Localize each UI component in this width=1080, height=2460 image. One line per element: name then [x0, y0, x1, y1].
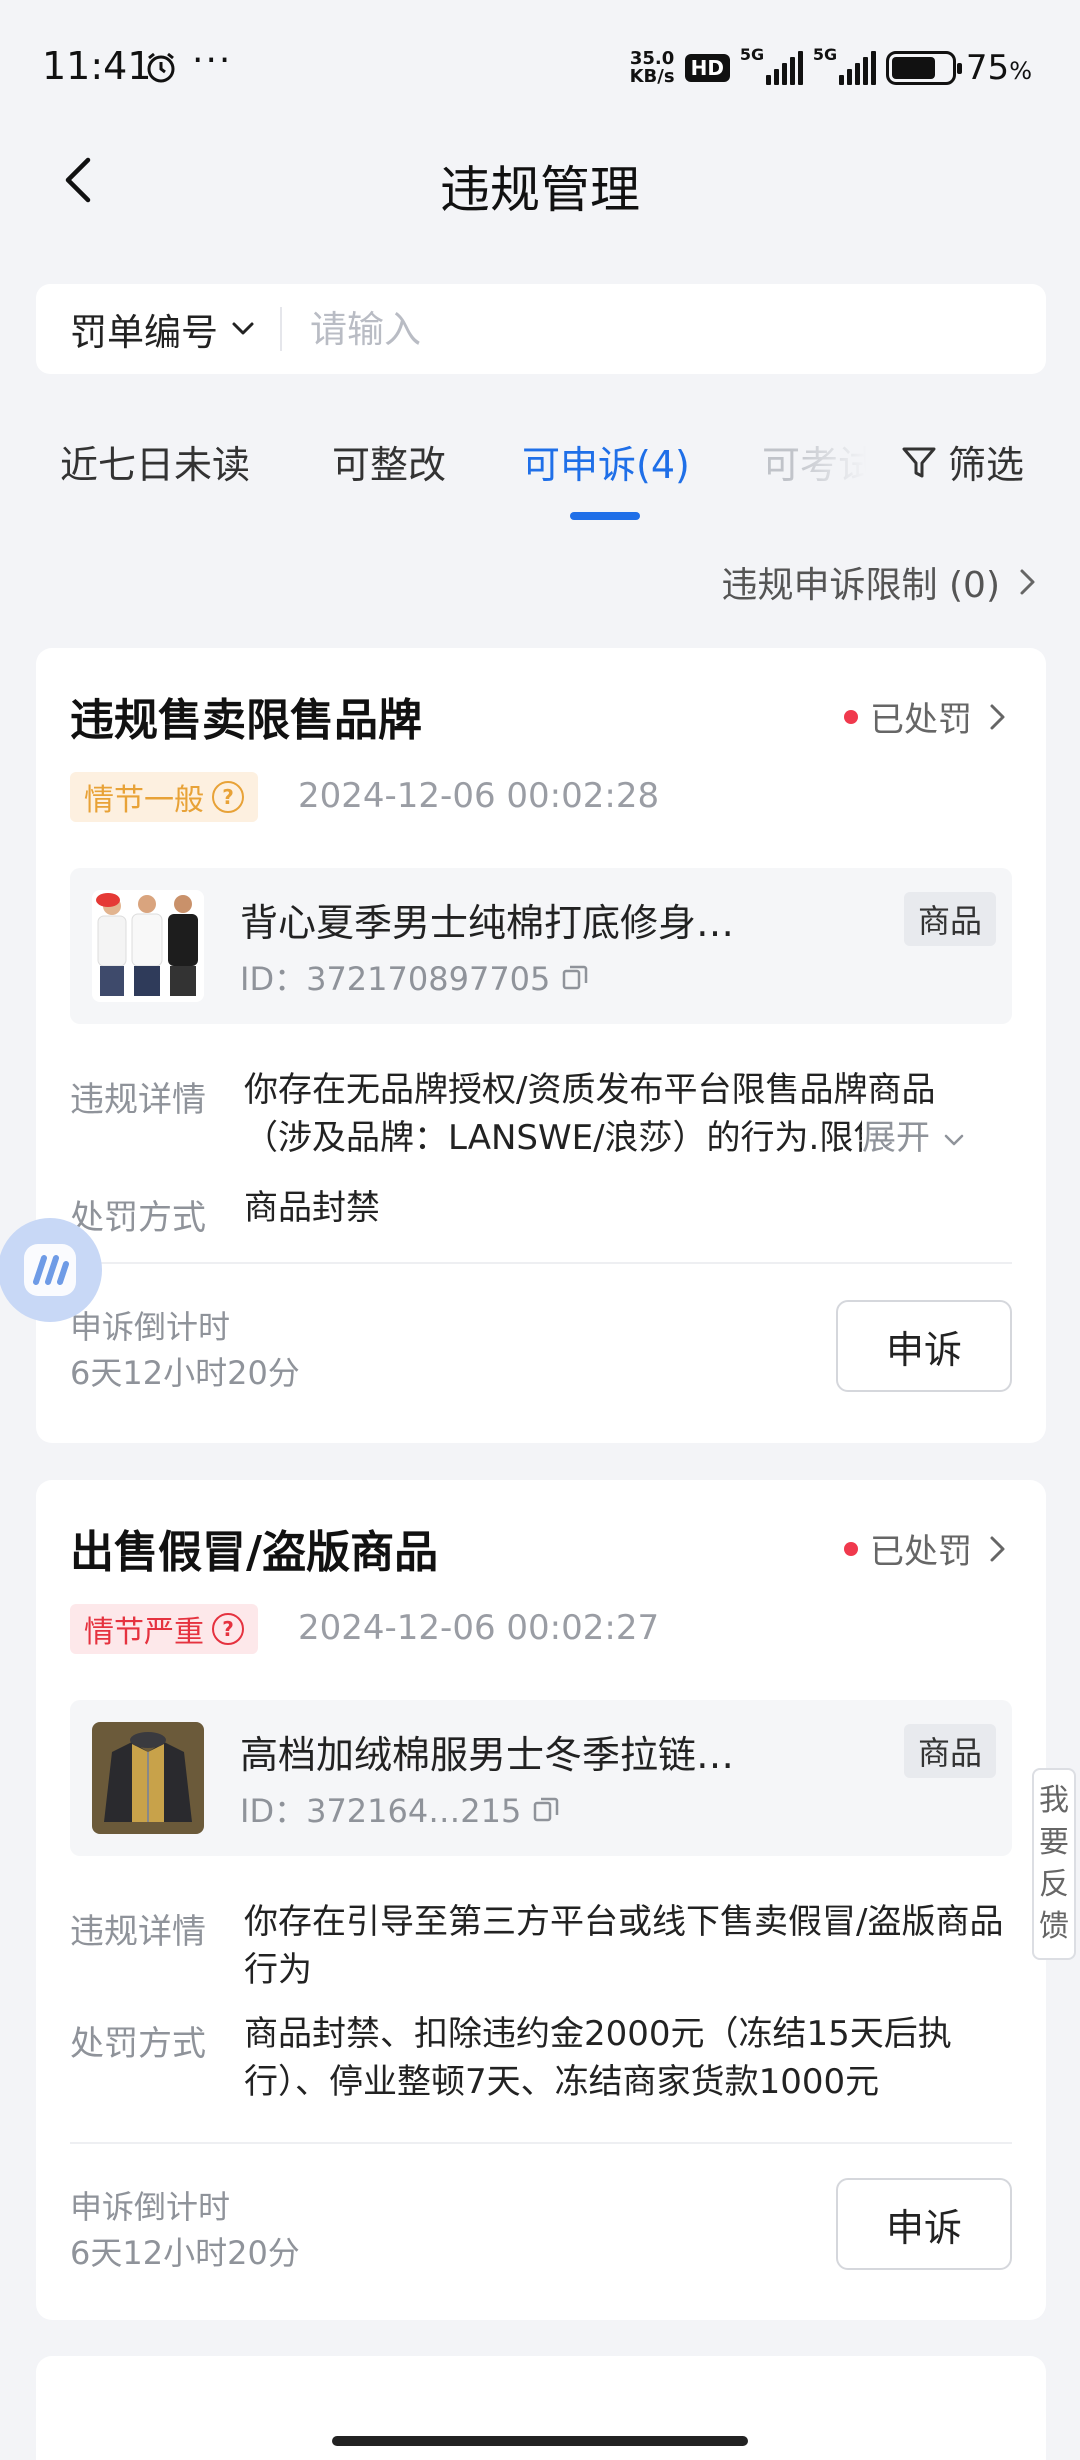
- status-link[interactable]: 已处罚: [844, 692, 1010, 741]
- severity-badge: 情节一般 ?: [70, 772, 258, 822]
- expand-link[interactable]: 展开: [862, 1114, 967, 1162]
- detail-label: 违规详情: [70, 1912, 206, 1952]
- alarm-icon: [147, 52, 175, 83]
- appeal-limit-link[interactable]: 违规申诉限制 (0): [722, 556, 1040, 608]
- penalty-method: 商品封禁: [244, 1188, 380, 1228]
- search-type-dropdown[interactable]: 罚单编号: [36, 284, 258, 374]
- help-icon[interactable]: ?: [212, 781, 244, 813]
- tab-unread-7days[interactable]: 近七日未读: [60, 434, 250, 489]
- floating-assistant-button[interactable]: [0, 1218, 102, 1322]
- help-icon[interactable]: ?: [212, 1613, 244, 1645]
- chevron-right-icon: [1020, 569, 1035, 595]
- chevron-right-icon: [990, 1536, 1005, 1561]
- home-indicator[interactable]: [332, 2436, 748, 2446]
- goods-name: 高档加绒棉服男士冬季拉链…: [240, 1733, 735, 1777]
- violation-detail: 你存在引导至第三方平台或线下售卖假冒/盗版商品行为: [244, 1902, 1004, 1990]
- chevron-right-icon: [990, 704, 1005, 729]
- divider: [70, 1262, 1012, 1264]
- copy-icon[interactable]: [560, 962, 590, 992]
- status-label: 已处罚: [870, 700, 972, 740]
- appeal-button[interactable]: 申诉: [836, 2178, 1012, 2270]
- goods-name: 背心夏季男士纯棉打底修身…: [240, 901, 735, 945]
- status-dot: [844, 1541, 858, 1556]
- battery-icon: [885, 51, 962, 85]
- goods-id: ID：372164…215: [240, 1786, 561, 1832]
- penalty-label: 处罚方式: [70, 2024, 206, 2064]
- goods-item[interactable]: 高档加绒棉服男士冬季拉链… ID：372164…215 商品: [70, 1700, 1012, 1856]
- appeal-button[interactable]: 申诉: [836, 1300, 1012, 1392]
- status-time: 11:41: [42, 44, 152, 88]
- signal-icon: 5G: [740, 45, 803, 85]
- goods-item[interactable]: 背心夏季男士纯棉打底修身… ID：372170897705 商品: [70, 868, 1012, 1024]
- tab-bar: 近七日未读 可整改 可申诉(4) 可考试 筛选: [0, 420, 1080, 530]
- penalty-label: 处罚方式: [70, 1198, 206, 1238]
- violation-card: 出售假冒/盗版商品 已处罚 情节严重 ? 2024-12-06 00:02:27…: [36, 1480, 1046, 2320]
- violation-time: 2024-12-06 00:02:28: [298, 776, 660, 816]
- search-divider: [280, 307, 282, 351]
- violation-title: 出售假冒/盗版商品: [70, 1527, 439, 1578]
- divider: [70, 2142, 1012, 2144]
- assistant-logo-icon: [24, 1244, 76, 1296]
- violation-time: 2024-12-06 00:02:27: [298, 1608, 660, 1648]
- product-image: [92, 890, 204, 1002]
- chevron-down-icon: [232, 322, 254, 335]
- status-label: 已处罚: [870, 1532, 972, 1572]
- search-type-label: 罚单编号: [70, 311, 218, 354]
- search-bar: 罚单编号: [36, 284, 1046, 374]
- hd-badge: HD: [684, 54, 730, 82]
- tab-rectifiable[interactable]: 可整改: [332, 434, 446, 489]
- product-image: [92, 1722, 204, 1834]
- violation-card: 违规售卖限售品牌 已处罚 情节一般 ? 2024-12-06 00:02:28: [36, 648, 1046, 1443]
- page-title: 违规管理: [440, 161, 640, 219]
- battery-percent: 75%: [965, 48, 1032, 88]
- status-link[interactable]: 已处罚: [844, 1524, 1010, 1573]
- copy-icon[interactable]: [531, 1794, 561, 1824]
- penalty-method: 商品封禁、扣除违约金2000元（冻结15天后执行）、停业整顿7天、冻结商家货款1…: [244, 2014, 952, 2102]
- more-notifications-icon: ···: [192, 40, 233, 81]
- goods-tag: 商品: [903, 892, 996, 946]
- filter-button[interactable]: 筛选: [896, 434, 1025, 489]
- search-input[interactable]: [310, 307, 910, 351]
- filter-label: 筛选: [948, 443, 1025, 487]
- nav-header: 违规管理: [0, 120, 1080, 240]
- active-tab-indicator: [570, 512, 640, 520]
- severity-badge: 情节严重 ?: [70, 1604, 258, 1654]
- signal-icon-2: 5G: [813, 45, 876, 85]
- chevron-down-icon: [944, 1134, 964, 1145]
- network-speed: 35.0 KB/s: [629, 48, 675, 87]
- goods-tag: 商品: [903, 1724, 996, 1778]
- appeal-countdown: 申诉倒计时 6天12小时20分: [70, 2188, 300, 2272]
- filter-icon: [902, 447, 936, 477]
- tab-appealable[interactable]: 可申诉(4): [522, 434, 690, 489]
- violation-title: 违规售卖限售品牌: [70, 695, 422, 746]
- status-bar: 11:41 ··· 35.0 KB/s HD 5G 5G 75%: [0, 0, 1080, 130]
- appeal-limit-label: 违规申诉限制 (0): [721, 565, 1000, 606]
- goods-id: ID：372170897705: [240, 954, 590, 1000]
- appeal-countdown: 申诉倒计时 6天12小时20分: [70, 1308, 300, 1392]
- violation-detail: 你存在无品牌授权/资质发布平台限售品牌商品 （涉及品牌：LANSWE/浪莎）的行…: [244, 1066, 1014, 1162]
- status-dot: [844, 709, 858, 724]
- feedback-button[interactable]: 我要反馈: [1032, 1768, 1076, 1960]
- detail-label: 违规详情: [70, 1080, 206, 1120]
